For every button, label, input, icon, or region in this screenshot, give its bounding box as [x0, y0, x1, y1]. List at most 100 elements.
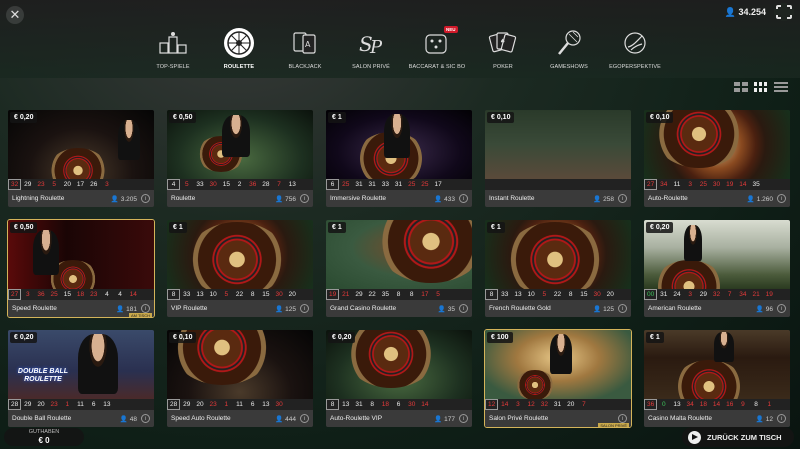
- nav-item-salon-prive[interactable]: SP SALON PRIVÉ: [338, 28, 404, 76]
- info-icon[interactable]: i: [459, 414, 468, 423]
- game-title: Auto-Roulette VIP: [330, 415, 383, 422]
- info-icon[interactable]: i: [300, 194, 309, 203]
- result-number: 6: [326, 179, 340, 190]
- game-tile[interactable]: € 0,50 27 3 36 25 15 18 23 4 4 14 Speed Roulette 👤 1…: [7, 219, 155, 318]
- info-icon[interactable]: i: [141, 304, 150, 313]
- result-number: 2: [237, 181, 242, 188]
- result-number: 13: [342, 401, 350, 408]
- result-number: 23: [209, 401, 217, 408]
- result-number: 30: [593, 291, 601, 298]
- tile-info-bar: French Roulette Gold 👤 125 i: [485, 300, 631, 317]
- info-icon[interactable]: i: [459, 304, 468, 313]
- game-tile[interactable]: € 1 8 33 13 10 5 22 8 15 30 20 French Roulette Gold…: [485, 220, 631, 317]
- info-icon[interactable]: i: [459, 194, 468, 203]
- game-tile[interactable]: € 1 19 21 29 22 35 8 8 17 5 Grand Casino Roulette 👤…: [326, 220, 472, 317]
- info-icon[interactable]: i: [777, 414, 786, 423]
- tile-info-bar: Double Ball Roulette 👤 48 i: [8, 410, 154, 427]
- nav-item-blackjack[interactable]: A BLACKJACK: [272, 28, 338, 76]
- game-tile[interactable]: € 0,20 00 31 24 3 29 32 7 34 21 19 American Roulett…: [644, 220, 790, 317]
- nav-item-top-spiele[interactable]: TOP-SPIELE: [140, 28, 206, 76]
- result-number: 13: [673, 401, 681, 408]
- min-bet-badge: € 0,50: [10, 222, 38, 233]
- info-icon[interactable]: i: [777, 304, 786, 313]
- game-tile[interactable]: € 0,10 28 29 20 23 1 11 6 13 30 Speed Auto Roulett…: [167, 330, 313, 427]
- result-number: 8: [370, 401, 374, 408]
- result-number: 16: [726, 401, 734, 408]
- roulette-wheel-image: [515, 370, 555, 399]
- svg-text:A: A: [305, 40, 311, 49]
- game-title: French Roulette Gold: [489, 305, 551, 312]
- list-view-icon[interactable]: [774, 82, 788, 92]
- large-grid-view-icon[interactable]: [734, 82, 748, 92]
- player-count: 👤 756: [275, 195, 296, 203]
- nav-label: SALON PRIVÉ: [352, 64, 390, 70]
- recent-results: 32 29 23 5 20 17 26 3: [8, 179, 154, 190]
- result-number: 27: [8, 289, 22, 300]
- new-badge: NEU: [444, 26, 458, 33]
- info-icon[interactable]: i: [618, 194, 627, 203]
- game-tile[interactable]: € 0,20 8 13 31 8 18 6 30 14 Auto-Roulette VIP 👤 17…: [326, 330, 472, 427]
- result-number: 4: [118, 291, 122, 298]
- result-number: 3: [516, 401, 520, 408]
- result-number: 23: [50, 401, 58, 408]
- small-grid-view-icon[interactable]: [754, 82, 768, 92]
- tile-info-bar: American Roulette 👤 96 i: [644, 300, 790, 317]
- player-count: 👤 125: [593, 305, 614, 313]
- player-count-display: 👤 34.254: [725, 7, 766, 18]
- result-number: 34: [739, 291, 747, 298]
- roulette-wheel-image: [48, 148, 108, 179]
- info-icon[interactable]: i: [141, 194, 150, 203]
- result-number: 4: [167, 179, 181, 190]
- close-icon[interactable]: ✕: [6, 6, 24, 24]
- nav-item-egoperspektive[interactable]: EGOPERSPEKTIVE: [602, 28, 668, 76]
- info-icon[interactable]: i: [618, 304, 627, 313]
- result-number: 3: [688, 291, 692, 298]
- result-number: 33: [183, 291, 191, 298]
- min-bet-badge: € 1: [169, 222, 187, 233]
- game-tile[interactable]: € 0,20 32 29 23 5 20 17 26 3 Lightning Roulette 👤 …: [8, 110, 154, 207]
- result-number: 25: [421, 181, 429, 188]
- result-number: 12: [527, 401, 535, 408]
- result-number: 8: [250, 291, 255, 298]
- result-number: 31: [553, 401, 562, 408]
- back-to-table-button[interactable]: ZURÜCK ZUM TISCH: [682, 427, 794, 447]
- result-number: 28: [262, 181, 270, 188]
- result-number: 15: [262, 291, 270, 298]
- game-tile[interactable]: € 1 8 33 13 10 5 22 8 15 30 20 VIP Roulette 👤 125 i: [167, 220, 313, 317]
- game-tile[interactable]: € 1 36 0 13 34 18 14 16 9 8 1 Casino Malta Roulette…: [644, 330, 790, 427]
- info-icon[interactable]: i: [300, 414, 309, 423]
- result-number: 23: [90, 291, 98, 298]
- result-number: 25: [699, 181, 707, 188]
- result-number: 30: [712, 181, 721, 188]
- game-tile[interactable]: € 0,10 27 34 11 3 25 30 19 14 35 Auto-Roulette 👤 1.…: [644, 110, 790, 207]
- nav-item-gameshows[interactable]: GAMESHOWS: [536, 28, 602, 76]
- game-thumbnail: DOUBLE BALL ROULETTE € 0,20: [8, 330, 154, 399]
- info-icon[interactable]: i: [777, 194, 786, 203]
- info-icon[interactable]: i: [300, 304, 309, 313]
- result-number: 14: [712, 401, 721, 408]
- nav-item-roulette[interactable]: ROULETTE: [206, 28, 272, 76]
- game-thumbnail: € 0,10: [167, 330, 313, 399]
- dealer-image: [384, 114, 410, 158]
- recent-results: 19 21 29 22 35 8 8 17 5: [326, 289, 472, 300]
- game-thumbnail: € 0,50: [167, 110, 313, 179]
- result-number: 20: [567, 401, 575, 408]
- info-icon[interactable]: i: [141, 414, 150, 423]
- result-number: 10: [527, 291, 535, 298]
- result-number: 26: [90, 181, 98, 188]
- nav-item-poker[interactable]: ♠ POKER: [470, 28, 536, 76]
- game-tile[interactable]: € 0,50 4 5 33 30 15 2 36 28 7 13 Roulette 👤 756 i: [167, 110, 313, 207]
- result-number: 24: [673, 291, 681, 298]
- player-count: 👤 444: [275, 415, 296, 423]
- fullscreen-icon[interactable]: [774, 3, 794, 21]
- result-number: 31: [394, 181, 403, 188]
- nav-item-baccarat-sic-bo[interactable]: NEU BACCARAT & SIC BO: [404, 26, 470, 76]
- info-icon[interactable]: i: [618, 414, 627, 423]
- roulette-wheel-image: [187, 222, 287, 289]
- game-tile[interactable]: € 1 6 25 31 31 33 31 25 25 17 Immersive Roulette 👤 …: [326, 110, 472, 207]
- min-bet-badge: € 1: [487, 222, 505, 233]
- game-tile[interactable]: € 0,10 Instant Roulette 👤 258 i: [485, 110, 631, 207]
- player-count: 👤 48: [119, 415, 137, 423]
- game-tile[interactable]: DOUBLE BALL ROULETTE € 0,20 28 29 20 23 1 11 6 13…: [8, 330, 154, 427]
- game-tile[interactable]: € 100 12 14 3 12 32 31 20 7 Salon Privé Roulette i…: [484, 329, 632, 428]
